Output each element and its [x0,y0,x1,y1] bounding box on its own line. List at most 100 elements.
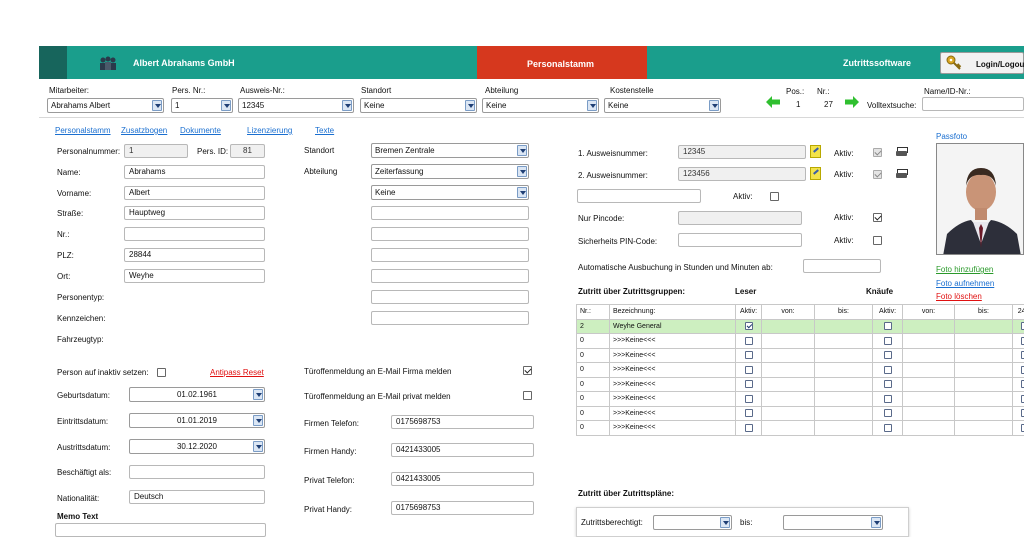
edit-card-icon[interactable] [810,145,821,158]
kostenstelle-filter-select[interactable]: Keine [604,98,721,113]
knauf-aktiv-checkbox[interactable] [884,322,892,330]
extra-field-4[interactable] [371,269,529,283]
ausweis2-field[interactable]: 123456 [678,167,806,181]
persnr-select[interactable]: 1 [171,98,233,113]
h24-checkbox[interactable] [1021,380,1024,388]
privat-handy-field[interactable]: 0175698753 [391,501,534,515]
table-row[interactable]: 0 >>>Keine<<< [577,348,1024,363]
extra-field-1[interactable] [371,206,529,220]
foto-loeschen-link[interactable]: Foto löschen [936,292,982,301]
knauf-bis-cell[interactable] [955,319,1013,334]
knauf-von-cell[interactable] [903,334,955,349]
leser-bis-cell[interactable] [815,421,873,436]
table-row[interactable]: 0 >>>Keine<<< [577,421,1024,436]
knauf-bis-cell[interactable] [955,363,1013,378]
memo-textarea[interactable] [55,523,266,537]
personalnummer-field[interactable]: 1 [124,144,188,158]
row-bezeichnung[interactable]: Weyhe General [610,319,736,334]
abteilung-filter-select[interactable]: Keine [482,98,599,113]
knauf-von-cell[interactable] [903,319,955,334]
leser-aktiv-checkbox[interactable] [745,351,753,359]
pin-field[interactable] [678,233,802,247]
knauf-bis-cell[interactable] [955,406,1013,421]
leser-bis-cell[interactable] [815,406,873,421]
leser-aktiv-checkbox[interactable] [745,322,753,330]
knauf-von-cell[interactable] [903,377,955,392]
antipass-reset-link[interactable]: Antipass Reset [210,368,264,377]
table-row[interactable]: 0 >>>Keine<<< [577,406,1024,421]
knauf-bis-cell[interactable] [955,377,1013,392]
persid-field[interactable]: 81 [230,144,265,158]
knauf-bis-cell[interactable] [955,334,1013,349]
firmen-telefon-field[interactable]: 0175698753 [391,415,534,429]
h24-checkbox[interactable] [1021,424,1024,432]
abteilung-select[interactable]: Zeiterfassung [371,164,529,179]
pin-aktiv-checkbox[interactable] [873,236,882,245]
h24-checkbox[interactable] [1021,337,1024,345]
nationalitaet-field[interactable]: Deutsch [129,490,265,504]
row-bezeichnung[interactable]: >>>Keine<<< [610,334,736,349]
eintritt-picker[interactable]: 01.01.2019 [129,413,265,428]
leser-aktiv-checkbox[interactable] [745,424,753,432]
table-row[interactable]: 2 Weyhe General [577,319,1024,334]
standort-select[interactable]: Bremen Zentrale [371,143,529,158]
name-field[interactable]: Abrahams [124,165,265,179]
ausweis1-aktiv-checkbox[interactable] [873,148,882,157]
h24-checkbox[interactable] [1021,395,1024,403]
tab-dokumente[interactable]: Dokumente [180,126,221,135]
edit-card-icon[interactable] [810,167,821,180]
table-row[interactable]: 0 >>>Keine<<< [577,363,1024,378]
tab-lizenzierung[interactable]: Lizenzierung [247,126,292,135]
knauf-aktiv-checkbox[interactable] [884,366,892,374]
berechtigt-von-select[interactable] [653,515,732,530]
h24-checkbox[interactable] [1021,322,1024,330]
hausnr-field[interactable] [124,227,265,241]
leser-von-cell[interactable] [762,319,815,334]
vorname-field[interactable]: Albert [124,186,265,200]
ausweis3-aktiv-checkbox[interactable] [770,192,779,201]
beschaeftigt-field[interactable] [129,465,265,479]
h24-checkbox[interactable] [1021,409,1024,417]
leser-von-cell[interactable] [762,377,815,392]
row-bezeichnung[interactable]: >>>Keine<<< [610,377,736,392]
strasse-field[interactable]: Hauptweg [124,206,265,220]
leser-aktiv-checkbox[interactable] [745,409,753,417]
tueroeffnung-firma-checkbox[interactable] [523,366,532,375]
arrow-left-icon[interactable] [766,96,780,108]
leser-bis-cell[interactable] [815,392,873,407]
leser-bis-cell[interactable] [815,348,873,363]
leser-aktiv-checkbox[interactable] [745,380,753,388]
knauf-von-cell[interactable] [903,421,955,436]
row-bezeichnung[interactable]: >>>Keine<<< [610,348,736,363]
knauf-bis-cell[interactable] [955,348,1013,363]
extra-select[interactable]: Keine [371,185,529,200]
tab-zusatzbogen[interactable]: Zusatzbogen [121,126,167,135]
knauf-aktiv-checkbox[interactable] [884,409,892,417]
leser-aktiv-checkbox[interactable] [745,366,753,374]
foto-aufnehmen-link[interactable]: Foto aufnehmen [936,279,994,288]
ort-field[interactable]: Weyhe [124,269,265,283]
leser-aktiv-checkbox[interactable] [745,395,753,403]
firmen-handy-field[interactable]: 0421433005 [391,443,534,457]
knauf-von-cell[interactable] [903,348,955,363]
foto-hinzufuegen-link[interactable]: Foto hinzufügen [936,265,993,274]
extra-field-2[interactable] [371,227,529,241]
row-bezeichnung[interactable]: >>>Keine<<< [610,363,736,378]
knauf-bis-cell[interactable] [955,421,1013,436]
knauf-von-cell[interactable] [903,406,955,421]
plz-field[interactable]: 28844 [124,248,265,262]
leser-aktiv-checkbox[interactable] [745,337,753,345]
knauf-aktiv-checkbox[interactable] [884,351,892,359]
knauf-von-cell[interactable] [903,363,955,378]
table-row[interactable]: 0 >>>Keine<<< [577,377,1024,392]
leser-von-cell[interactable] [762,392,815,407]
tab-personalstamm[interactable]: Personalstamm [55,126,111,135]
arrow-right-icon[interactable] [845,96,859,108]
knauf-aktiv-checkbox[interactable] [884,424,892,432]
leser-von-cell[interactable] [762,421,815,436]
mitarbeiter-select[interactable]: Abrahams Albert [47,98,164,113]
knauf-aktiv-checkbox[interactable] [884,395,892,403]
knauf-bis-cell[interactable] [955,392,1013,407]
leser-bis-cell[interactable] [815,363,873,378]
leser-von-cell[interactable] [762,334,815,349]
